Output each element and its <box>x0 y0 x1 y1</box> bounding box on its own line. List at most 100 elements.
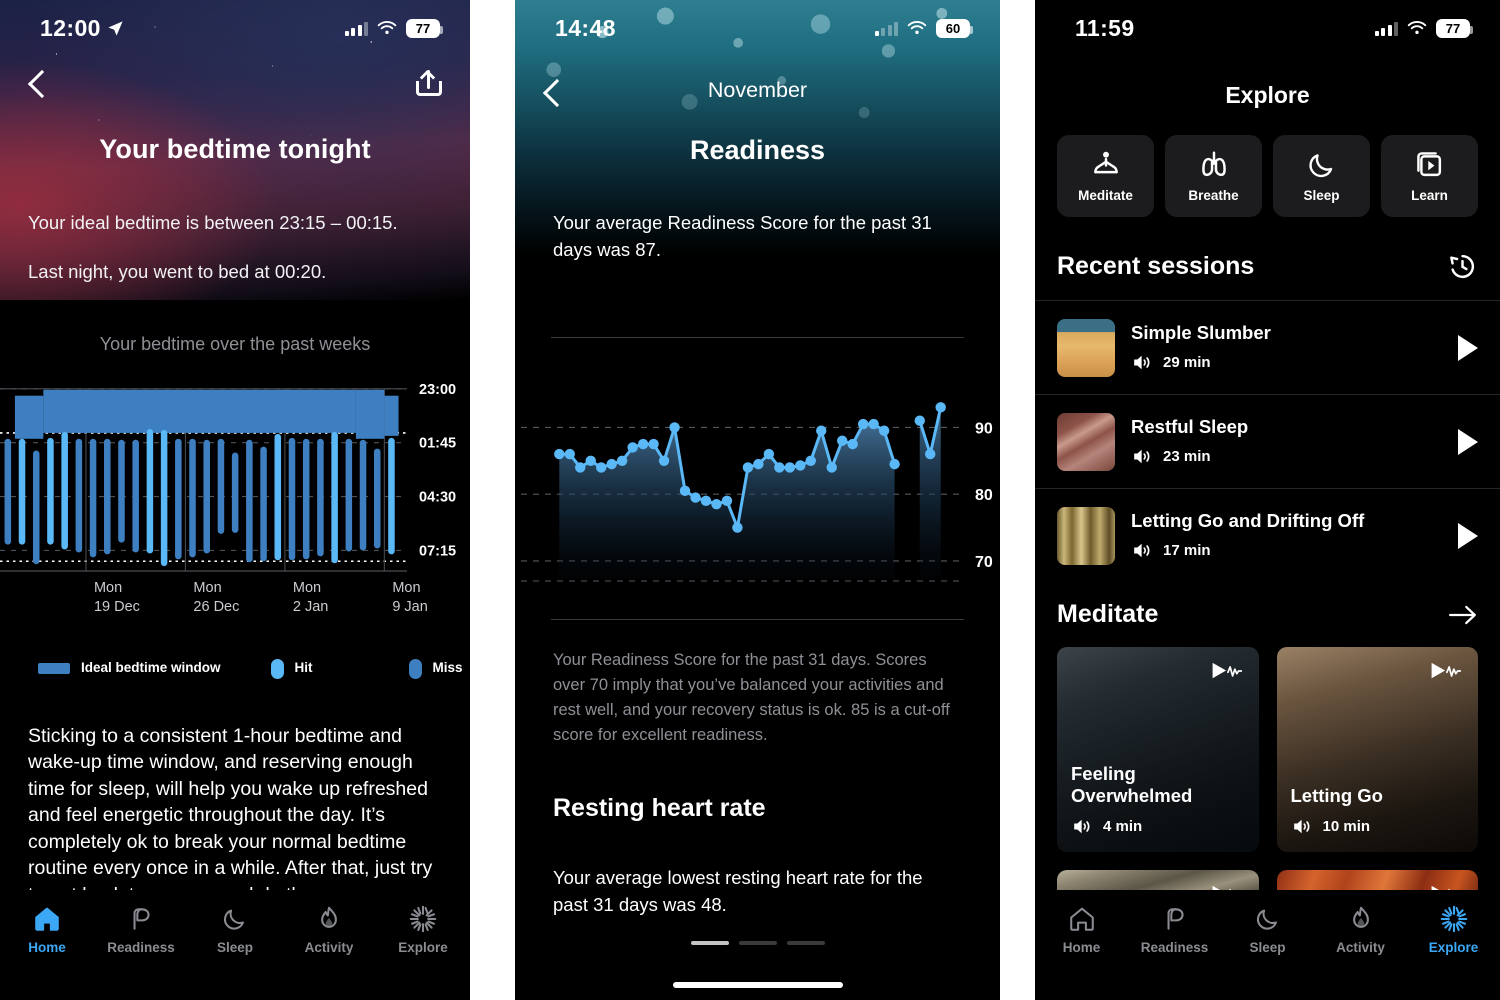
list-item[interactable]: Simple Slumber 29 min <box>1035 300 1500 394</box>
tab-activity[interactable]: Activity <box>288 904 370 955</box>
moon-icon <box>1256 909 1277 930</box>
page-indicator[interactable] <box>690 941 825 945</box>
tab-readiness[interactable]: Readiness <box>1134 904 1216 955</box>
tab-activity[interactable]: Activity <box>1320 904 1402 955</box>
quick-action-row: Meditate Breathe Sleep Learn <box>1035 135 1500 217</box>
session-thumbnail <box>1057 412 1115 471</box>
session-info: Letting Go and Drifting Off 17 min <box>1131 510 1442 562</box>
meditate-card-name: Letting Go <box>1290 785 1383 807</box>
readiness-average-text: Your average Readiness Score for the pas… <box>553 212 932 260</box>
legend-item-window: Ideal bedtime window <box>38 660 221 677</box>
meditate-card[interactable]: Feeling Overwhelmed 4 min <box>1057 647 1259 852</box>
status-indicators: 60 <box>874 18 973 38</box>
quick-action-label: Meditate <box>1078 188 1133 203</box>
status-time: 14:48 <box>555 14 616 41</box>
play-icon[interactable] <box>1458 522 1478 549</box>
quick-action-learn[interactable]: Learn <box>1381 135 1478 217</box>
divider-top <box>551 336 964 338</box>
tab-icon-wrap <box>33 904 61 934</box>
list-item[interactable]: Letting Go and Drifting Off 17 min <box>1035 488 1500 582</box>
location-arrow-icon <box>108 20 123 36</box>
meditate-card-meta: 10 min <box>1291 815 1383 838</box>
speaker-icon <box>1293 819 1309 834</box>
quick-action-label: Learn <box>1411 188 1448 203</box>
play-icon[interactable] <box>1458 334 1478 361</box>
tab-home[interactable]: Home <box>6 904 88 955</box>
wifi-icon <box>377 20 397 34</box>
x-axis-label: Mon 19 Dec <box>93 579 140 616</box>
legend-swatch-miss-icon <box>408 658 422 679</box>
svg-text:80: 80 <box>975 487 993 504</box>
status-bar: 14:48 60 <box>515 0 1000 56</box>
tab-explore[interactable]: Explore <box>1413 904 1495 955</box>
status-indicators: 77 <box>344 18 443 38</box>
svg-text:04:30: 04:30 <box>419 489 456 505</box>
tab-label: Sleep <box>1249 940 1286 955</box>
svg-text:07:15: 07:15 <box>419 543 456 559</box>
cellular-signal-icon <box>874 21 898 36</box>
tab-label: Explore <box>1428 940 1479 955</box>
quick-action-meditate[interactable]: Meditate <box>1057 135 1154 217</box>
tab-icon-wrap <box>127 904 155 934</box>
tab-sleep[interactable]: Sleep <box>1227 904 1309 955</box>
home-icon <box>1069 907 1094 931</box>
svg-text:23:00: 23:00 <box>419 381 456 397</box>
speaker-icon <box>1074 819 1090 834</box>
session-info: Simple Slumber 29 min <box>1131 322 1442 374</box>
bedtime-chart[interactable]: 23:00 01:45 04:30 07:15 <box>0 377 470 577</box>
tab-label: Readiness <box>1140 940 1209 955</box>
play-icon[interactable] <box>1458 428 1478 455</box>
page-dot-2[interactable] <box>738 941 777 945</box>
legend-label-hit: Hit <box>294 660 313 676</box>
meditate-header: Meditate <box>1035 600 1500 629</box>
session-meta: 17 min <box>1131 539 1442 562</box>
arrow-right-icon[interactable] <box>1448 603 1478 627</box>
tab-readiness[interactable]: Readiness <box>100 904 182 955</box>
session-meta: 23 min <box>1131 445 1442 468</box>
status-indicators: 77 <box>1374 18 1473 38</box>
speaker-icon <box>1134 355 1150 369</box>
session-duration: 29 min <box>1163 353 1211 371</box>
sparkle-icon <box>1440 905 1467 933</box>
session-info: Restful Sleep 23 min <box>1131 416 1442 468</box>
month-label: November <box>707 78 808 102</box>
quick-action-label: Sleep <box>1303 188 1340 203</box>
history-clock-icon[interactable] <box>1447 251 1478 282</box>
resting-heart-rate-heading: Resting heart rate <box>553 793 766 822</box>
readiness-chart[interactable]: 90 80 70 <box>515 370 1000 605</box>
page-dot-1[interactable] <box>690 941 729 945</box>
list-item[interactable]: Restful Sleep 23 min <box>1035 394 1500 488</box>
session-duration: 23 min <box>1163 447 1211 465</box>
meditate-card[interactable]: Letting Go 10 min <box>1276 647 1478 852</box>
x-axis-label: Mon 26 Dec <box>193 579 240 616</box>
page-title: Readiness <box>689 135 826 165</box>
leaf-icon <box>133 908 150 930</box>
status-time-wrap: 12:00 <box>40 15 124 42</box>
wifi-icon <box>907 20 927 34</box>
tab-icon-wrap <box>1440 904 1468 934</box>
quick-action-sleep[interactable]: Sleep <box>1273 135 1370 217</box>
divider-bottom <box>551 618 964 620</box>
quick-action-label: Breathe <box>1188 188 1239 203</box>
phone-panel-readiness: 14:48 60 November Readiness Your average… <box>515 0 1000 1000</box>
ideal-bedtime-text: Your ideal bedtime is between 23:15 – 00… <box>28 212 398 233</box>
readiness-note-text: Your Readiness Score for the past 31 day… <box>553 650 950 744</box>
share-icon[interactable] <box>414 67 444 101</box>
tab-explore[interactable]: Explore <box>382 904 464 955</box>
tab-icon-wrap <box>1254 904 1282 934</box>
bottom-tab-bar: Home Readiness Sleep Activity Explore <box>1035 890 1500 1000</box>
meditate-card-duration: 10 min <box>1322 818 1371 835</box>
quick-action-breathe[interactable]: Breathe <box>1165 135 1262 217</box>
tab-home[interactable]: Home <box>1041 904 1123 955</box>
phone-panel-explore: 11:59 77 Explore Meditate Breathe Sleep Lea… <box>1035 0 1500 1000</box>
tab-label: Home <box>28 940 66 955</box>
bedtime-advice-text: Sticking to a consistent 1-hour bedtime … <box>28 724 433 906</box>
status-time: 11:59 <box>1075 14 1135 41</box>
x-axis-label: Mon 9 Jan <box>392 579 428 616</box>
tab-sleep[interactable]: Sleep <box>194 904 276 955</box>
back-button[interactable] <box>20 67 54 101</box>
page-dot-3[interactable] <box>786 941 825 945</box>
meditate-card-name: Feeling Overwhelmed <box>1071 762 1193 807</box>
tab-icon-wrap <box>1161 904 1189 934</box>
svg-text:01:45: 01:45 <box>419 435 456 451</box>
